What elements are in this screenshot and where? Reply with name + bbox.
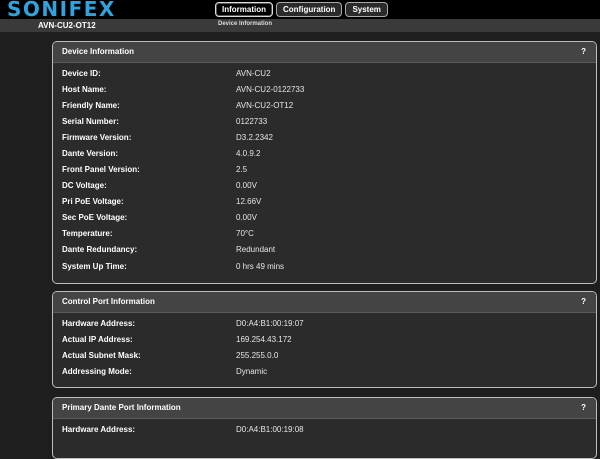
nav-tabs: Information Configuration System <box>215 2 388 17</box>
info-row-device-id: Device ID: AVN-CU2 <box>53 66 596 82</box>
info-row-hardware-address: Hardware Address: D0:A4:B1:00:19:07 <box>53 316 596 332</box>
row-label: Actual Subnet Mask: <box>62 351 141 360</box>
row-value: 255.255.0.0 <box>236 351 279 360</box>
tab-information[interactable]: Information <box>215 2 273 17</box>
row-label: Pri PoE Voltage: <box>62 197 124 206</box>
help-button[interactable]: ? <box>581 42 586 62</box>
info-row-sec-poe-voltage: Sec PoE Voltage: 0.00V <box>53 210 596 226</box>
row-label: Hardware Address: <box>62 319 136 328</box>
row-value: 169.254.43.172 <box>236 335 292 344</box>
breadcrumb: Device Information <box>218 21 273 27</box>
sub-header-bar: AVN-CU2-OT12 Device Information <box>0 19 600 32</box>
row-label: Hardware Address: <box>62 425 136 434</box>
row-value: D0:A4:B1:00:19:07 <box>236 319 304 328</box>
info-row-dante-version: Dante Version: 4.0.9.2 <box>53 146 596 162</box>
help-button[interactable]: ? <box>581 398 586 418</box>
info-row-pri-poe-voltage: Pri PoE Voltage: 12.66V <box>53 194 596 210</box>
info-row-hardware-address: Hardware Address: D0:A4:B1:00:19:08 <box>53 422 596 438</box>
primary-dante-port-information-panel: Primary Dante Port Information ? Hardwar… <box>52 397 597 459</box>
row-value: AVN-CU2-OT12 <box>236 101 294 110</box>
row-label: Serial Number: <box>62 117 119 126</box>
info-row-actual-ip-address: Actual IP Address: 169.254.43.172 <box>53 332 596 348</box>
row-value: D0:A4:B1:00:19:08 <box>236 425 304 434</box>
row-label: System Up Time: <box>62 262 127 271</box>
panel-title: Device Information <box>62 47 135 56</box>
device-name: AVN-CU2-OT12 <box>38 21 96 30</box>
row-value: D3.2.2342 <box>236 133 273 142</box>
info-row-actual-subnet-mask: Actual Subnet Mask: 255.255.0.0 <box>53 348 596 364</box>
row-label: DC Voltage: <box>62 181 107 190</box>
help-button[interactable]: ? <box>581 292 586 312</box>
tab-system[interactable]: System <box>345 2 388 17</box>
info-row-dante-redundancy: Dante Redundancy: Redundant <box>53 242 596 258</box>
row-label: Temperature: <box>62 229 113 238</box>
row-value: 0.00V <box>236 213 257 222</box>
row-value: 0.00V <box>236 181 257 190</box>
panel-title: Control Port Information <box>62 297 155 306</box>
row-label: Host Name: <box>62 85 107 94</box>
panel-header: Device Information ? <box>53 42 596 63</box>
panel-title: Primary Dante Port Information <box>62 403 181 412</box>
row-value: 0122733 <box>236 117 268 126</box>
row-label: Device ID: <box>62 69 101 78</box>
row-label: Sec PoE Voltage: <box>62 213 128 222</box>
row-label: Friendly Name: <box>62 101 120 110</box>
row-value: 12.66V <box>236 197 262 206</box>
panel-header: Control Port Information ? <box>53 292 596 313</box>
row-value: AVN-CU2-0122733 <box>236 85 305 94</box>
info-row-system-up-time: System Up Time: 0 hrs 49 mins <box>53 259 596 275</box>
row-label: Addressing Mode: <box>62 367 132 376</box>
info-row-addressing-mode: Addressing Mode: Dynamic <box>53 364 596 380</box>
row-value: 2.5 <box>236 165 248 174</box>
info-row-serial-number: Serial Number: 0122733 <box>53 114 596 130</box>
info-row-temperature: Temperature: 70°C <box>53 226 596 242</box>
info-row-front-panel-version: Front Panel Version: 2.5 <box>53 162 596 178</box>
info-row-host-name: Host Name: AVN-CU2-0122733 <box>53 82 596 98</box>
sonifex-logo: SONIFEX <box>7 0 116 21</box>
row-value: AVN-CU2 <box>236 69 271 78</box>
row-value: 0 hrs 49 mins <box>236 262 285 271</box>
device-information-panel: Device Information ? Device ID: AVN-CU2 H… <box>52 41 597 284</box>
row-label: Dante Version: <box>62 149 119 158</box>
panel-header: Primary Dante Port Information ? <box>53 398 596 419</box>
row-label: Dante Redundancy: <box>62 245 138 254</box>
control-port-information-panel: Control Port Information ? Hardware Addr… <box>52 291 597 388</box>
row-value: 4.0.9.2 <box>236 149 261 158</box>
tab-configuration[interactable]: Configuration <box>276 2 343 17</box>
row-label: Front Panel Version: <box>62 165 140 174</box>
row-label: Actual IP Address: <box>62 335 133 344</box>
row-value: Dynamic <box>236 367 268 376</box>
row-value: Redundant <box>236 245 276 254</box>
row-value: 70°C <box>236 229 254 238</box>
info-row-friendly-name: Friendly Name: AVN-CU2-OT12 <box>53 98 596 114</box>
info-row-dc-voltage: DC Voltage: 0.00V <box>53 178 596 194</box>
info-row-firmware-version: Firmware Version: D3.2.2342 <box>53 130 596 146</box>
top-bar: SONIFEX Information Configuration System <box>0 0 600 21</box>
row-label: Firmware Version: <box>62 133 132 142</box>
